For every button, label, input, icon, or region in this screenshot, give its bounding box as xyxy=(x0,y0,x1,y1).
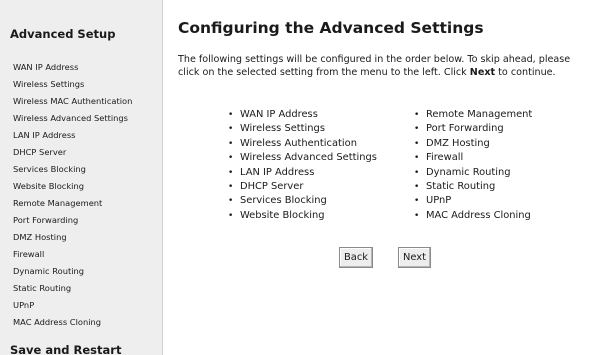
settings-list-right: • Remote Management • Port Forwarding • DMZ… xyxy=(414,108,532,223)
list-item: • DHCP Server xyxy=(228,180,377,194)
sidebar-link[interactable]: Wireless MAC Authentication xyxy=(13,96,132,106)
sidebar-item-dhcp-server[interactable]: DHCP Server xyxy=(13,141,132,158)
sidebar-link[interactable]: UPnP xyxy=(13,300,34,310)
sidebar-item-dmz-hosting[interactable]: DMZ Hosting xyxy=(13,226,132,243)
list-item-label: Firewall xyxy=(426,152,464,164)
sidebar-item-lan-ip-address[interactable]: LAN IP Address xyxy=(13,124,132,141)
bullet-icon: • xyxy=(414,196,420,207)
sidebar-link[interactable]: Services Blocking xyxy=(13,164,86,174)
bullet-icon: • xyxy=(414,153,420,164)
intro-next-emphasis: Next xyxy=(469,66,496,78)
sidebar-item-wireless-advanced-settings[interactable]: Wireless Advanced Settings xyxy=(13,107,132,124)
sidebar-link[interactable]: Port Forwarding xyxy=(13,215,78,225)
list-item: • DMZ Hosting xyxy=(414,137,532,151)
sidebar: Advanced Setup WAN IP Address Wireless S… xyxy=(0,0,163,355)
list-item: • Remote Management xyxy=(414,108,532,122)
bullet-icon: • xyxy=(228,138,234,149)
sidebar-item-mac-address-cloning[interactable]: MAC Address Cloning xyxy=(13,311,132,328)
save-and-restart-link[interactable]: Save and Restart xyxy=(10,343,121,355)
bullet-icon: • xyxy=(414,124,420,135)
list-item-label: MAC Address Cloning xyxy=(426,209,531,221)
bullet-icon: • xyxy=(228,110,234,120)
list-item: • Firewall xyxy=(414,151,532,165)
intro-text: The following settings will be configure… xyxy=(178,54,590,79)
bullet-icon: • xyxy=(414,110,420,120)
list-item: • Wireless Settings xyxy=(228,122,377,136)
list-item-label: Services Blocking xyxy=(240,195,327,207)
bullet-icon: • xyxy=(414,167,420,178)
bullet-icon: • xyxy=(414,210,420,221)
bullet-icon: • xyxy=(228,181,234,192)
list-item: • Wireless Advanced Settings xyxy=(228,151,377,165)
sidebar-item-upnp[interactable]: UPnP xyxy=(13,294,132,311)
list-item: • Website Blocking xyxy=(228,209,377,223)
sidebar-link[interactable]: DMZ Hosting xyxy=(13,232,67,242)
list-item: • Services Blocking xyxy=(228,194,377,208)
sidebar-link[interactable]: Remote Management xyxy=(13,198,102,208)
list-item-label: Port Forwarding xyxy=(426,123,504,135)
sidebar-item-website-blocking[interactable]: Website Blocking xyxy=(13,175,132,192)
sidebar-link[interactable]: MAC Address Cloning xyxy=(13,317,101,327)
list-item-label: LAN IP Address xyxy=(240,166,315,178)
sidebar-link[interactable]: Website Blocking xyxy=(13,181,84,191)
sidebar-item-firewall[interactable]: Firewall xyxy=(13,243,132,260)
sidebar-item-port-forwarding[interactable]: Port Forwarding xyxy=(13,209,132,226)
bullet-icon: • xyxy=(228,167,234,178)
bullet-icon: • xyxy=(414,138,420,149)
settings-list-left: • WAN IP Address • Wireless Settings • Wire… xyxy=(228,108,377,223)
list-item-label: WAN IP Address xyxy=(240,109,318,120)
list-item: • Dynamic Routing xyxy=(414,166,532,180)
list-item-label: Wireless Settings xyxy=(240,123,325,135)
next-button[interactable]: Next xyxy=(398,247,431,268)
back-button[interactable]: Back xyxy=(339,247,373,268)
sidebar-link[interactable]: Wireless Settings xyxy=(13,79,84,89)
list-item: • LAN IP Address xyxy=(228,166,377,180)
bullet-icon: • xyxy=(228,210,234,221)
sidebar-link[interactable]: WAN IP Address xyxy=(13,62,78,72)
list-item-label: Wireless Advanced Settings xyxy=(240,152,377,164)
list-item-label: Website Blocking xyxy=(240,209,325,221)
list-item-label: DHCP Server xyxy=(240,180,304,192)
sidebar-item-wan-ip-address[interactable]: WAN IP Address xyxy=(13,56,132,73)
intro-text-end: to continue. xyxy=(495,66,556,78)
list-item-label: Wireless Authentication xyxy=(240,137,357,149)
list-item: • Wireless Authentication xyxy=(228,137,377,151)
sidebar-item-services-blocking[interactable]: Services Blocking xyxy=(13,158,132,175)
sidebar-item-wireless-mac-authentication[interactable]: Wireless MAC Authentication xyxy=(13,90,132,107)
list-item-label: Static Routing xyxy=(426,180,496,192)
bullet-icon: • xyxy=(228,153,234,164)
page-title: Configuring the Advanced Settings xyxy=(178,19,484,37)
bullet-icon: • xyxy=(228,124,234,135)
sidebar-link[interactable]: Wireless Advanced Settings xyxy=(13,113,128,123)
sidebar-menu: WAN IP Address Wireless Settings Wireles… xyxy=(13,56,132,328)
sidebar-item-static-routing[interactable]: Static Routing xyxy=(13,277,132,294)
sidebar-link[interactable]: Static Routing xyxy=(13,283,71,293)
sidebar-link[interactable]: Dynamic Routing xyxy=(13,266,84,276)
list-item: • WAN IP Address xyxy=(228,108,377,122)
list-item-label: Remote Management xyxy=(426,109,533,120)
sidebar-title: Advanced Setup xyxy=(10,27,116,41)
bullet-icon: • xyxy=(414,181,420,192)
sidebar-item-wireless-settings[interactable]: Wireless Settings xyxy=(13,73,132,90)
sidebar-item-remote-management[interactable]: Remote Management xyxy=(13,192,132,209)
sidebar-link[interactable]: DHCP Server xyxy=(13,147,66,157)
list-item-label: Dynamic Routing xyxy=(426,166,511,178)
list-item: • MAC Address Cloning xyxy=(414,209,532,223)
list-item: • UPnP xyxy=(414,194,532,208)
list-item-label: DMZ Hosting xyxy=(426,137,490,149)
sidebar-link[interactable]: Firewall xyxy=(13,249,44,259)
list-item: • Static Routing xyxy=(414,180,532,194)
list-item-label: UPnP xyxy=(426,195,452,207)
bullet-icon: • xyxy=(228,196,234,207)
sidebar-item-dynamic-routing[interactable]: Dynamic Routing xyxy=(13,260,132,277)
list-item: • Port Forwarding xyxy=(414,122,532,136)
sidebar-link[interactable]: LAN IP Address xyxy=(13,130,75,140)
